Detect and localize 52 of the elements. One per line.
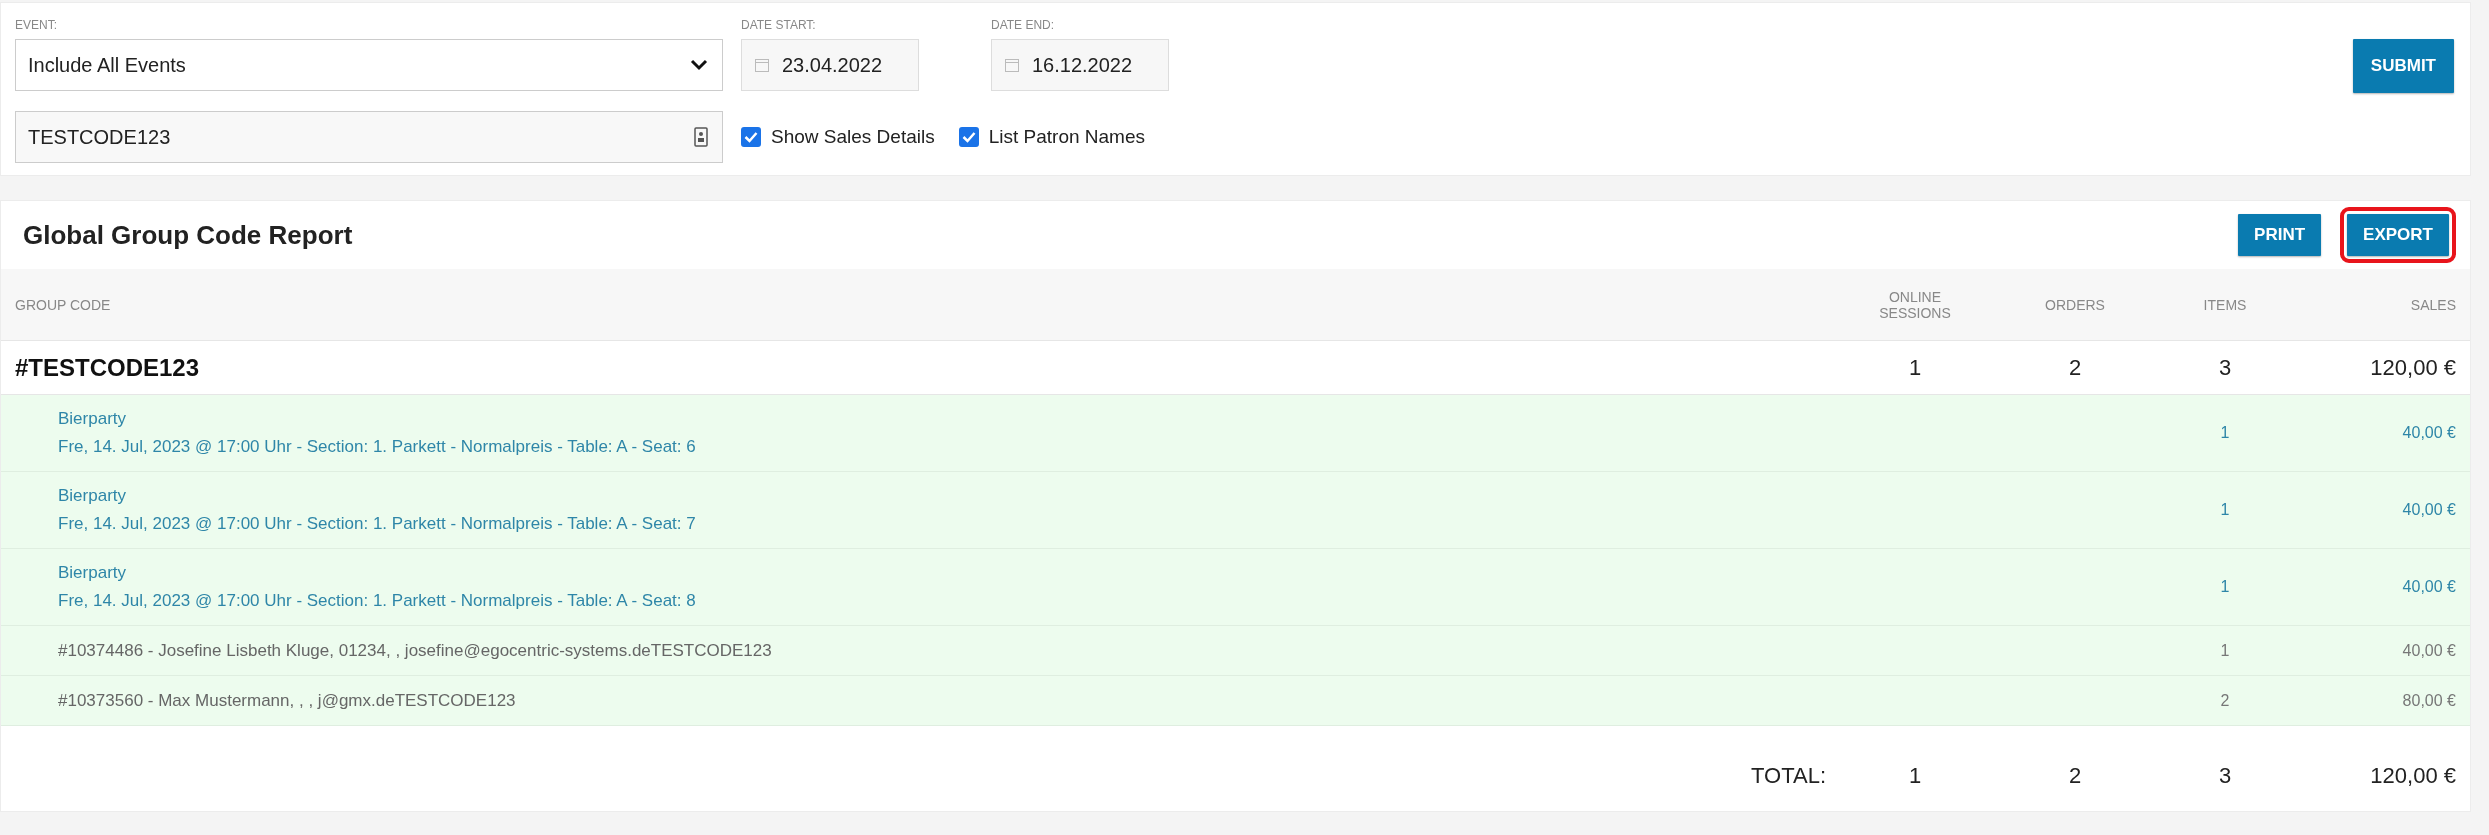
checkbox-option[interactable]: Show Sales Details xyxy=(741,126,935,148)
table-cell-text: 1 xyxy=(2219,641,2231,660)
table-cell-text: 1 xyxy=(1907,763,1923,789)
column-header: ORDERS xyxy=(2044,296,2106,313)
ticket-details: Fre, 14. Jul, 2023 @ 17:00 Uhr - Section: 1. Parkett - Normalpreis - Table: A - Seat: 6 xyxy=(58,437,697,457)
checkbox-option[interactable]: List Patron Names xyxy=(958,126,1145,148)
order-details: #10373560 - Max Mustermann, , , j@gmx.deTESTCODE123 xyxy=(58,690,517,711)
field-label: DATE END: xyxy=(991,17,1056,34)
total-label: TOTAL: xyxy=(1750,763,1827,789)
ticket-details: Fre, 14. Jul, 2023 @ 17:00 Uhr - Section: 1. Parkett - Normalpreis - Table: A - Seat: 8 xyxy=(58,591,697,611)
table-cell-text: 80,00 € xyxy=(2401,691,2457,710)
field-label: DATE START: xyxy=(741,17,817,34)
date-field[interactable]: 23.04.2022 xyxy=(741,39,919,91)
event-name: Bierparty xyxy=(58,486,128,506)
table-cell-text: 40,00 € xyxy=(2401,424,2457,442)
table-cell-text: 120,00 € xyxy=(2369,763,2457,789)
table-cell-text: 3 xyxy=(2217,763,2233,789)
table-cell-text: 40,00 € xyxy=(2401,501,2457,519)
table-cell-text: 3 xyxy=(2217,354,2233,381)
calendar-icon xyxy=(1004,57,1020,73)
table-cell-text: 2 xyxy=(2067,763,2083,789)
table-cell-text: 2 xyxy=(2219,691,2231,710)
column-header: ITEMS xyxy=(2202,296,2248,313)
table-cell-text: 1 xyxy=(2219,578,2231,596)
report-title: Global Group Code Report xyxy=(23,219,353,251)
column-header: SALES xyxy=(2409,296,2457,313)
checkbox[interactable] xyxy=(958,127,979,147)
code-field[interactable]: TESTCODE123 xyxy=(15,111,723,163)
table-cell-text: 40,00 € xyxy=(2401,641,2457,660)
ticket-details: Fre, 14. Jul, 2023 @ 17:00 Uhr - Section: 1. Parkett - Normalpreis - Table: A - Seat: 7 xyxy=(58,514,697,534)
table-cell-text: 40,00 € xyxy=(2401,578,2457,596)
checkbox[interactable] xyxy=(741,127,761,147)
column-header: ONLINE SESSIONS xyxy=(1878,288,1952,321)
table-cell-text: 2 xyxy=(2067,354,2083,381)
table-cell-text: 1 xyxy=(1907,354,1923,381)
event-name: Bierparty xyxy=(58,563,128,583)
table-cell-text: 1 xyxy=(2219,501,2231,519)
report-button[interactable]: PRINT xyxy=(2238,214,2322,256)
submit-button[interactable]: SUBMIT xyxy=(2352,39,2454,93)
report-button[interactable]: EXPORT xyxy=(2347,214,2449,256)
field-label: EVENT: xyxy=(15,17,58,34)
event-select[interactable]: Include All Events xyxy=(15,39,723,91)
date-field[interactable]: 16.12.2022 xyxy=(991,39,1169,91)
contact-card-icon xyxy=(694,127,708,147)
chevron-down-icon xyxy=(690,59,708,71)
order-details: #10374486 - Josefine Lisbeth Kluge, 01234, , josefine@egocentric-systems.deTESTCODE123 xyxy=(58,640,773,661)
group-code: #TESTCODE123 xyxy=(14,353,201,382)
calendar-icon xyxy=(754,57,770,73)
table-cell-text: 120,00 € xyxy=(2369,354,2457,381)
column-header: GROUP CODE xyxy=(14,296,112,313)
event-name: Bierparty xyxy=(58,409,128,429)
table-cell-text: 1 xyxy=(2219,424,2231,442)
